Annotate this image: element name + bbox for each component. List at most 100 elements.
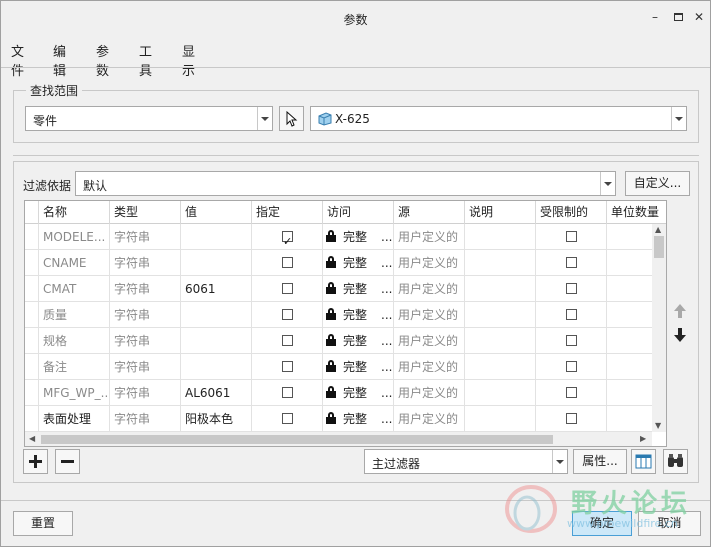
scroll-left-icon[interactable]: ◀ [29,434,35,443]
menu-file[interactable]: 文件 [11,41,24,79]
table-row[interactable]: 质量 字符串 完整... 用户定义的 [25,302,652,328]
table-row[interactable]: CNAME 字符串 完整... 用户定义的 [25,250,652,276]
table-columns-button[interactable] [631,449,656,474]
access-more-button[interactable]: ... [381,406,392,432]
cell-name[interactable]: 表面处理 [39,406,110,432]
cell-type[interactable]: 字符串 [110,302,181,328]
cell-type[interactable]: 字符串 [110,276,181,302]
cell-source[interactable]: 用户定义的 [394,224,465,250]
restricted-checkbox[interactable] [566,361,577,372]
cell-type[interactable]: 字符串 [110,224,181,250]
move-up-icon[interactable] [673,303,687,319]
cell-unit-quantity[interactable] [607,224,652,250]
cancel-button[interactable]: 取消 [638,511,701,536]
cell-value[interactable]: 6061 [181,276,252,302]
cell-restricted[interactable] [536,380,607,406]
designated-checkbox[interactable] [282,283,293,294]
restricted-checkbox[interactable] [566,257,577,268]
cell-unit-quantity[interactable] [607,302,652,328]
cell-restricted[interactable] [536,224,607,250]
table-horizontal-scrollbar[interactable]: ◀ ▶ [25,432,652,446]
cell-description[interactable] [465,224,536,250]
column-header-value[interactable]: 值 [181,201,252,224]
row-header[interactable] [25,328,39,354]
scroll-up-icon[interactable]: ▲ [655,225,661,234]
cell-description[interactable] [465,328,536,354]
restricted-checkbox[interactable] [566,335,577,346]
designated-checkbox[interactable] [282,229,293,250]
filter-select[interactable]: 默认 [75,171,616,196]
cell-description[interactable] [465,354,536,380]
cell-unit-quantity[interactable] [607,276,652,302]
cell-name[interactable]: 质量 [39,302,110,328]
restricted-checkbox[interactable] [566,413,577,424]
restricted-checkbox[interactable] [566,231,577,242]
remove-parameter-button[interactable] [55,449,80,474]
restricted-checkbox[interactable] [566,309,577,320]
cell-unit-quantity[interactable] [607,354,652,380]
cell-restricted[interactable] [536,302,607,328]
menu-tools[interactable]: 工具 [139,41,152,79]
access-more-button[interactable]: ... [381,250,392,276]
restricted-checkbox[interactable] [566,283,577,294]
table-vertical-scrollbar[interactable]: ▲ ▼ [652,224,666,432]
access-more-button[interactable]: ... [381,302,392,328]
cell-access[interactable]: 完整... [323,328,394,354]
cell-restricted[interactable] [536,406,607,432]
properties-button[interactable]: 属性... [573,449,627,474]
cell-value[interactable] [181,328,252,354]
designated-checkbox[interactable] [282,387,293,398]
cell-type[interactable]: 字符串 [110,380,181,406]
designated-checkbox[interactable] [282,309,293,320]
scroll-right-icon[interactable]: ▶ [640,434,646,443]
table-row[interactable]: MFG_WP_... 字符串 AL6061 完整... 用户定义的 [25,380,652,406]
restricted-checkbox[interactable] [566,387,577,398]
row-header[interactable] [25,276,39,302]
column-header-unit-quantity[interactable]: 单位数量 [607,201,666,224]
cell-value[interactable] [181,250,252,276]
column-header-name[interactable]: 名称 [39,201,110,224]
cell-value[interactable] [181,354,252,380]
access-more-button[interactable]: ... [381,354,392,380]
cell-restricted[interactable] [536,328,607,354]
cell-access[interactable]: 完整... [323,406,394,432]
column-header-source[interactable]: 源 [394,201,465,224]
cell-access[interactable]: 完整... [323,380,394,406]
access-more-button[interactable]: ... [381,224,392,250]
cell-source[interactable]: 用户定义的 [394,328,465,354]
cell-access[interactable]: 完整... [323,354,394,380]
cell-designated[interactable] [252,224,323,250]
scope-object-select[interactable]: X-625 [310,106,687,131]
column-header-restricted[interactable]: 受限制的 [536,201,607,224]
row-header[interactable] [25,380,39,406]
cell-designated[interactable] [252,354,323,380]
cell-value[interactable] [181,224,252,250]
add-parameter-button[interactable] [23,449,48,474]
cell-designated[interactable] [252,380,323,406]
cell-source[interactable]: 用户定义的 [394,380,465,406]
menu-parameters[interactable]: 参数 [96,41,109,79]
scroll-down-icon[interactable]: ▼ [655,421,661,430]
cell-type[interactable]: 字符串 [110,328,181,354]
designated-checkbox[interactable] [282,335,293,346]
cell-name[interactable]: 规格 [39,328,110,354]
table-row[interactable]: CMAT 字符串 6061 完整... 用户定义的 [25,276,652,302]
cell-description[interactable] [465,380,536,406]
table-row[interactable]: 备注 字符串 完整... 用户定义的 [25,354,652,380]
cell-designated[interactable] [252,250,323,276]
access-more-button[interactable]: ... [381,380,392,406]
menu-edit[interactable]: 编辑 [53,41,66,79]
minimize-button[interactable]: – [647,9,663,25]
cell-name[interactable]: CMAT [39,276,110,302]
cell-access[interactable]: 完整... [323,276,394,302]
cell-access[interactable]: 完整... [323,250,394,276]
main-filter-select[interactable]: 主过滤器 [364,449,568,474]
designated-checkbox[interactable] [282,257,293,268]
cell-description[interactable] [465,276,536,302]
cell-description[interactable] [465,302,536,328]
cell-type[interactable]: 字符串 [110,354,181,380]
ok-button[interactable]: 确定 [572,511,632,536]
column-header-access[interactable]: 访问 [323,201,394,224]
cell-name[interactable]: CNAME [39,250,110,276]
cell-value[interactable]: 阳极本色 [181,406,252,432]
